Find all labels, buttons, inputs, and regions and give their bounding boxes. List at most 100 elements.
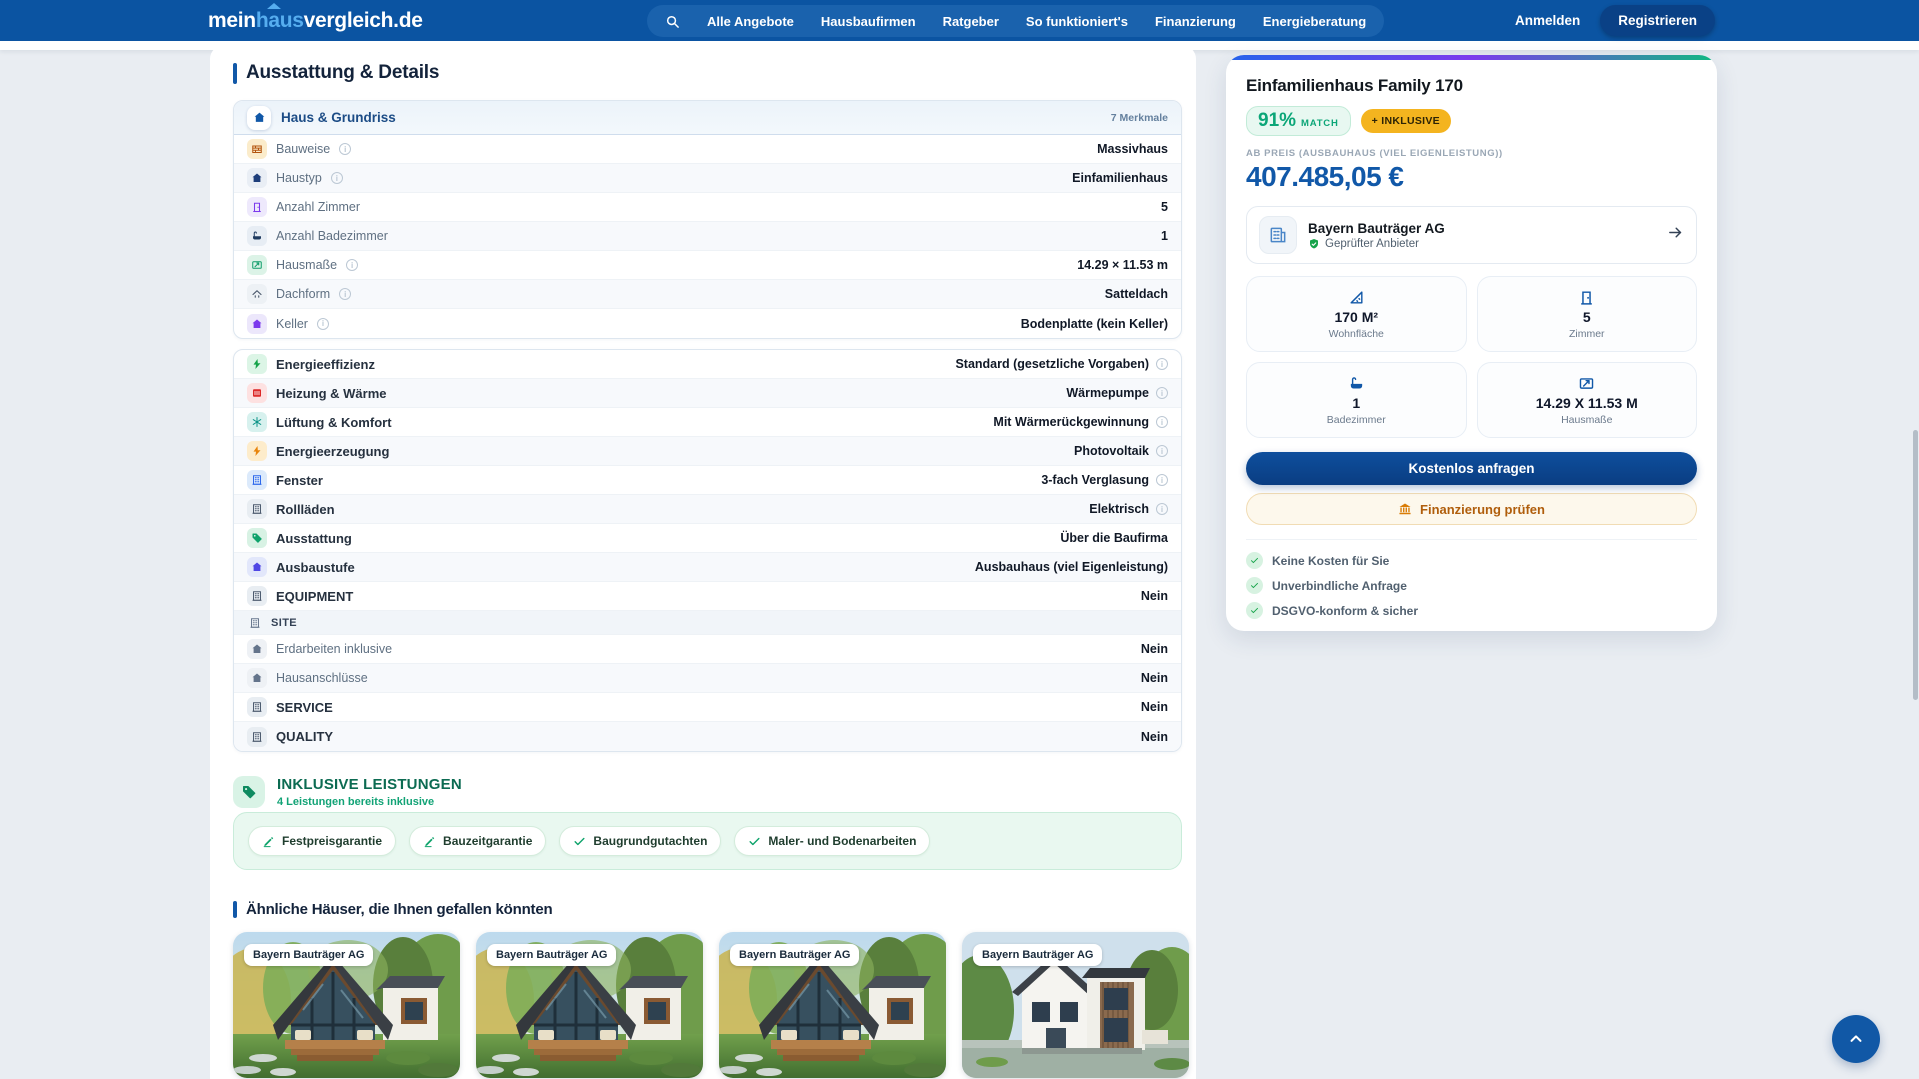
check-icon <box>1250 556 1259 565</box>
spec-label: Bauweise <box>276 142 330 156</box>
spec-value: Wärmepumpe <box>1066 386 1149 400</box>
door-icon <box>251 201 263 213</box>
check-icon <box>1250 581 1259 590</box>
nav-item-so-funktioniert-s[interactable]: So funktioniert's <box>1026 14 1128 29</box>
similar-house-card[interactable]: Bayern Bauträger AG <box>962 932 1189 1078</box>
stat-card: 5Zimmer <box>1477 276 1698 352</box>
info-icon[interactable]: i <box>317 318 329 330</box>
house-icon <box>247 557 267 577</box>
nav-item-energieberatung[interactable]: Energieberatung <box>1263 14 1366 29</box>
login-link[interactable]: Anmelden <box>1515 13 1580 28</box>
house-icon <box>247 639 267 659</box>
spec-row: SERVICENein <box>234 693 1181 722</box>
search-icon[interactable] <box>665 14 680 29</box>
nav-item-hausbaufirmen[interactable]: Hausbaufirmen <box>821 14 916 29</box>
spec-value: Ausbauhaus (viel Eigenleistung) <box>975 560 1168 574</box>
arrow-right-icon[interactable] <box>1667 224 1684 246</box>
info-icon[interactable]: i <box>1156 474 1168 486</box>
spec-label: Anzahl Zimmer <box>276 200 360 214</box>
house-icon <box>251 172 263 184</box>
scroll-to-top-button[interactable] <box>1832 1015 1880 1063</box>
stat-label: Hausmaße <box>1561 414 1612 426</box>
spec-label: Dachform <box>276 287 330 301</box>
spec-value: Nein <box>1141 730 1168 744</box>
inclusive-pill[interactable]: Bauzeitgarantie <box>409 826 546 856</box>
spec-value: Photovoltaik <box>1074 444 1149 458</box>
spec-row: EQUIPMENTNein <box>234 582 1181 611</box>
request-button[interactable]: Kostenlos anfragen <box>1246 452 1697 485</box>
similar-house-card[interactable]: Bayern Bauträger AG <box>476 932 703 1078</box>
register-button[interactable]: Registrieren <box>1600 5 1715 36</box>
spec-label: SERVICE <box>276 700 333 715</box>
section-header-ausstattung: Ausstattung & Details <box>233 62 1182 84</box>
nav-item-ratgeber[interactable]: Ratgeber <box>943 14 999 29</box>
spec-row: Lüftung & KomfortMit Wärmerückgewinnungi <box>234 408 1181 437</box>
frame-icon <box>247 255 267 275</box>
info-icon[interactable]: i <box>1156 358 1168 370</box>
inclusive-pill[interactable]: Baugrundgutachten <box>559 826 721 856</box>
spec-row: AusbaustufeAusbauhaus (viel Eigenleistun… <box>234 553 1181 582</box>
section-header-similar: Ähnliche Häuser, die Ihnen gefallen könn… <box>233 901 1182 918</box>
site-logo[interactable]: meinhausvergleich.de <box>208 0 423 41</box>
similar-house-card[interactable]: Bayern Bauträger AG <box>233 932 460 1078</box>
building-icon <box>251 731 263 743</box>
haus-grundriss-header[interactable]: Haus & Grundriss 7 Merkmale <box>234 101 1181 135</box>
similar-house-card[interactable]: Bayern Bauträger AG <box>719 932 946 1078</box>
inclusive-panel: Festpreisgarantie Bauzeitgarantie Baugrund… <box>233 812 1182 870</box>
spec-row: Anzahl Zimmer5 <box>234 193 1181 222</box>
provider-pill: Bayern Bauträger AG <box>487 944 616 966</box>
check-circle-icon <box>1246 602 1263 619</box>
spec-row: Energieerzeugung Photovoltaik i <box>234 437 1181 466</box>
nav-item-alle-angebote[interactable]: Alle Angebote <box>707 14 794 29</box>
pen-icon <box>262 835 275 848</box>
provider-pill: Bayern Bauträger AG <box>730 944 859 966</box>
radiator-icon <box>251 387 263 399</box>
house-icon <box>247 314 267 334</box>
info-icon[interactable]: i <box>331 172 343 184</box>
inclusive-pill[interactable]: Festpreisgarantie <box>248 826 396 856</box>
provider-box[interactable]: Bayern Bauträger AG Geprüfter Anbieter <box>1246 206 1697 264</box>
building-icon <box>247 697 267 717</box>
scrollbar-thumb[interactable] <box>1913 430 1918 700</box>
details-card: EnergieeffizienzStandard (gesetzliche Vo… <box>233 349 1182 752</box>
building-icon <box>247 727 267 747</box>
spec-row: Erdarbeiten inklusiveNein <box>234 635 1181 664</box>
spec-label: Hausanschlüsse <box>276 671 368 685</box>
spec-row: Hausmaßei14.29 × 11.53 m <box>234 251 1181 280</box>
info-icon[interactable]: i <box>339 143 351 155</box>
info-icon[interactable]: i <box>346 259 358 271</box>
house-icon <box>247 168 267 188</box>
benefit-item: DSGVO-konform & sicher <box>1246 602 1697 619</box>
provider-pill: Bayern Bauträger AG <box>973 944 1102 966</box>
roof-icon <box>251 288 263 300</box>
benefits-list: Keine Kosten für SieUnverbindliche Anfra… <box>1246 552 1697 619</box>
similar-title: Ähnliche Häuser, die Ihnen gefallen könn… <box>246 901 552 918</box>
info-icon[interactable]: i <box>339 288 351 300</box>
spec-row: HausanschlüsseNein <box>234 664 1181 693</box>
merkmale-badge: 7 Merkmale <box>1111 112 1168 124</box>
bricks-icon <box>247 139 267 159</box>
info-icon[interactable]: i <box>1156 503 1168 515</box>
inclusive-pill[interactable]: Maler- und Bodenarbeiten <box>734 826 930 856</box>
frame-icon <box>1578 375 1595 392</box>
info-icon[interactable]: i <box>1156 445 1168 457</box>
spec-value: Elektrisch <box>1089 502 1149 516</box>
check-circle-icon <box>1246 552 1263 569</box>
spec-value: Mit Wärmerückgewinnung <box>993 415 1149 429</box>
bolt-icon <box>247 354 267 374</box>
similar-houses-row: Bayern Bauträger AG Bayern Bauträger AG … <box>233 932 1182 1078</box>
financing-button[interactable]: Finanzierung prüfen <box>1246 493 1697 525</box>
info-icon[interactable]: i <box>1156 387 1168 399</box>
spec-label: Energieerzeugung <box>276 444 389 459</box>
spec-label: SITE <box>271 617 297 629</box>
inclusive-header: INKLUSIVE LEISTUNGEN 4 Leistungen bereit… <box>233 776 1182 808</box>
page-title: Ausstattung & Details <box>246 62 439 84</box>
nav-item-finanzierung[interactable]: Finanzierung <box>1155 14 1236 29</box>
spec-table-1: BauweiseiMassivhausHaustypiEinfamilienha… <box>234 135 1181 338</box>
house-icon <box>247 668 267 688</box>
roof-icon <box>247 284 267 304</box>
frame-icon <box>251 259 263 271</box>
stat-label: Badezimmer <box>1327 414 1386 426</box>
info-icon[interactable]: i <box>1156 416 1168 428</box>
building-icon <box>247 499 267 519</box>
